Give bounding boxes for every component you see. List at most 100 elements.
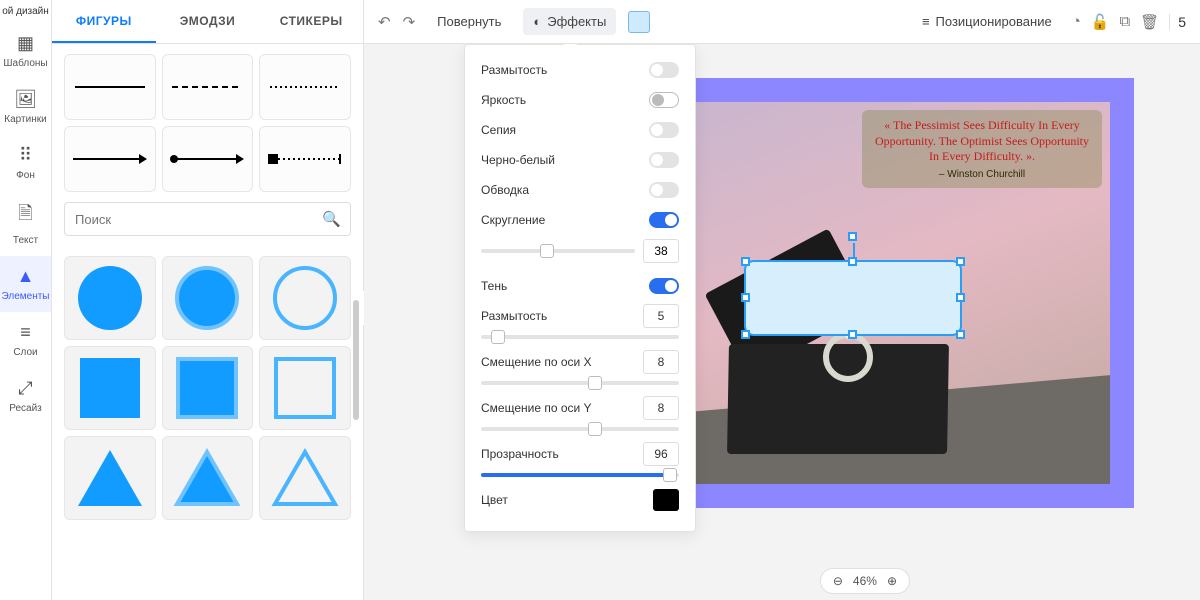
undo-button[interactable]: ↶ [378, 13, 391, 31]
shape-arrow[interactable] [64, 126, 156, 192]
fx-shadow-toggle[interactable] [649, 278, 679, 294]
shape-square-outline[interactable] [259, 346, 351, 430]
quote-text: « The Pessimist Sees Difficulty In Every… [872, 118, 1092, 165]
shape-arrow-dot[interactable] [162, 126, 254, 192]
fx-shadow-label: Тень [481, 279, 507, 293]
positioning-button[interactable]: ≡Позиционирование [912, 8, 1062, 35]
nav-resize[interactable]: ⤢Ресайз [0, 368, 51, 424]
offset-x-slider[interactable] [481, 381, 679, 385]
zoom-control[interactable]: ⊖ 46% ⊕ [820, 568, 910, 594]
shape-circle-filled-border[interactable] [162, 256, 254, 340]
shape-line-dotted[interactable] [259, 54, 351, 120]
rounding-value[interactable]: 38 [643, 239, 679, 263]
quote-author: – Winston Churchill [872, 169, 1092, 180]
offset-y-value[interactable]: 8 [643, 396, 679, 420]
nav-templates[interactable]: ▦Шаблоны [0, 23, 51, 79]
opacity-slider[interactable] [481, 473, 679, 477]
shape-line-dashed[interactable] [162, 54, 254, 120]
rounding-slider[interactable] [481, 249, 635, 253]
resize-handle[interactable] [956, 293, 965, 302]
redo-button[interactable]: ↷ [403, 13, 416, 31]
rotation-handle[interactable] [848, 232, 857, 241]
page-counter: 5 [1169, 14, 1186, 30]
nav-text[interactable]: 🗎Текст [0, 191, 51, 256]
shape-square-filled[interactable] [64, 346, 156, 430]
zoom-in-icon[interactable]: ⊕ [887, 574, 897, 588]
fx-offset-x-label: Смещение по оси X [481, 355, 592, 369]
selected-shape[interactable] [744, 260, 962, 336]
fx-brightness-label: Яркость [481, 93, 526, 107]
fx-sepia-toggle[interactable] [649, 122, 679, 138]
effects-panel: Размытость Яркость Сепия Черно-белый Обв… [464, 44, 696, 532]
fx-rounding-toggle[interactable] [649, 212, 679, 228]
search-icon: 🔍 [322, 210, 341, 228]
artboard[interactable]: « The Pessimist Sees Difficulty In Every… [678, 102, 1110, 484]
color-swatch[interactable] [628, 11, 650, 33]
shadow-blur-slider[interactable] [481, 335, 679, 339]
text-icon: 🗎 [18, 201, 32, 231]
duplicate-icon[interactable]: ⧉ [1119, 13, 1130, 30]
fx-bw-label: Черно-белый [481, 153, 555, 167]
fx-offset-y-label: Смещение по оси Y [481, 401, 592, 415]
opacity-icon[interactable]: ◔ [1072, 13, 1081, 30]
fx-opacity-label: Прозрачность [481, 447, 559, 461]
panel-scrollbar[interactable] [353, 300, 359, 420]
background-icon: ⠿ [19, 145, 32, 166]
templates-icon: ▦ [17, 33, 34, 54]
fx-sepia-label: Сепия [481, 123, 516, 137]
shape-search: 🔍 [64, 202, 351, 236]
tab-emoji[interactable]: ЭМОДЗИ [156, 0, 260, 43]
resize-handle[interactable] [848, 257, 857, 266]
zoom-value: 46% [853, 574, 877, 588]
fx-outline-toggle[interactable] [649, 182, 679, 198]
resize-handle[interactable] [741, 293, 750, 302]
fx-blur-label: Размытость [481, 63, 547, 77]
layers-icon: ≡ [20, 322, 31, 343]
shape-square-filled-border[interactable] [162, 346, 254, 430]
search-input[interactable] [64, 202, 351, 236]
nav-elements[interactable]: ▲Элементы [0, 256, 51, 312]
resize-handle[interactable] [741, 330, 750, 339]
shape-line-square-dotted[interactable] [259, 126, 351, 192]
quote-block[interactable]: « The Pessimist Sees Difficulty In Every… [862, 110, 1102, 188]
fx-blur-toggle[interactable] [649, 62, 679, 78]
resize-handle[interactable] [956, 257, 965, 266]
fx-shadow-blur-label: Размытость [481, 309, 547, 323]
positioning-icon: ≡ [922, 14, 930, 29]
offset-x-value[interactable]: 8 [643, 350, 679, 374]
resize-handle[interactable] [848, 330, 857, 339]
shadow-blur-value[interactable]: 5 [643, 304, 679, 328]
delete-icon[interactable]: 🗑 [1140, 13, 1159, 31]
fx-brightness-toggle[interactable] [649, 92, 679, 108]
zoom-out-icon[interactable]: ⊖ [833, 574, 843, 588]
resize-handle[interactable] [741, 257, 750, 266]
tab-shapes[interactable]: ФИГУРЫ [52, 0, 156, 43]
offset-y-slider[interactable] [481, 427, 679, 431]
shadow-color-swatch[interactable] [653, 489, 679, 511]
opacity-value[interactable]: 96 [643, 442, 679, 466]
nav-background[interactable]: ⠿Фон [0, 135, 51, 191]
canvas[interactable]: « The Pessimist Sees Difficulty In Every… [364, 44, 1200, 600]
shape-triangle-filled-border[interactable] [162, 436, 254, 520]
resize-handle[interactable] [956, 330, 965, 339]
unlock-icon[interactable]: 🔓 [1091, 13, 1110, 31]
resize-icon: ⤢ [18, 378, 32, 399]
top-toolbar: ↶ ↷ Повернуть ◐Эффекты ≡Позиционирование… [364, 0, 1200, 44]
elements-icon: ▲ [17, 266, 35, 287]
shape-line-solid[interactable] [64, 54, 156, 120]
fx-bw-toggle[interactable] [649, 152, 679, 168]
effects-icon: ◐ [533, 14, 541, 29]
design-title: ой дизайн [0, 0, 51, 23]
shape-circle-outline[interactable] [259, 256, 351, 340]
shape-triangle-filled[interactable] [64, 436, 156, 520]
rotate-button[interactable]: Повернуть [427, 8, 511, 35]
shape-circle-filled[interactable] [64, 256, 156, 340]
nav-images[interactable]: 🖼Картинки [0, 79, 51, 135]
artboard-frame: « The Pessimist Sees Difficulty In Every… [654, 78, 1134, 508]
effects-button[interactable]: ◐Эффекты [523, 8, 616, 35]
shape-triangle-outline[interactable] [259, 436, 351, 520]
shapes-panel: ФИГУРЫ ЭМОДЗИ СТИКЕРЫ 🔍 ‹ [52, 0, 364, 600]
nav-layers[interactable]: ≡Слои [0, 312, 51, 368]
fx-outline-label: Обводка [481, 183, 529, 197]
tab-stickers[interactable]: СТИКЕРЫ [259, 0, 363, 43]
